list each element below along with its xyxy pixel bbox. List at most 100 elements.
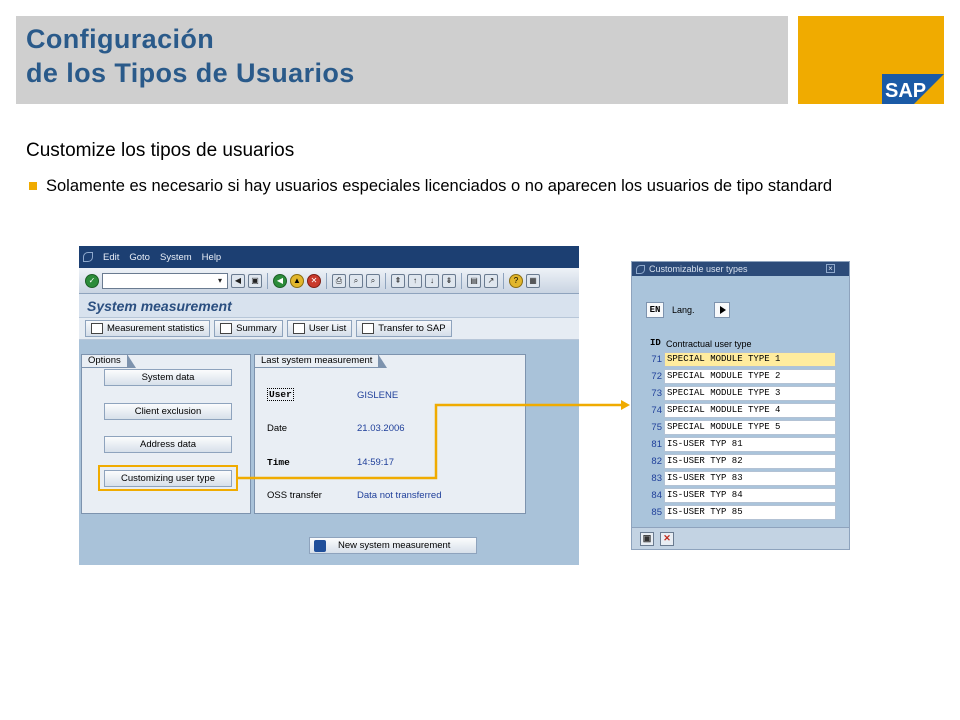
- oss-transfer-label: OSS transfer: [267, 490, 322, 501]
- standard-toolbar: ✓ ▾ ◀ ▣ ◀ ▲ ✕ ⎙ ⌕ ⌕ ⇞ ↑ ↓ ⇟ ▤ ↗ ? ▦: [79, 268, 579, 294]
- list-icon: [292, 323, 305, 334]
- row-user-type-field[interactable]: IS-USER TYP 84: [664, 488, 836, 503]
- shortcut-icon[interactable]: ↗: [484, 273, 498, 288]
- toolbar-separator: [385, 272, 386, 289]
- table-row[interactable]: 84 IS-USER TYP 84: [646, 488, 836, 503]
- new-system-measurement-label: New system measurement: [338, 540, 451, 551]
- row-user-type-field[interactable]: SPECIAL MODULE TYPE 5: [664, 420, 836, 435]
- transfer-to-sap-button[interactable]: Transfer to SAP: [356, 320, 452, 337]
- find-icon[interactable]: ⌕: [349, 273, 363, 288]
- dialog-title: Customizable user types: [649, 264, 748, 274]
- row-id: 71: [651, 354, 662, 365]
- printer-icon: [220, 323, 233, 334]
- screen-title: System measurement: [87, 298, 232, 314]
- screen-title-area: System measurement: [79, 294, 579, 318]
- menu-edit[interactable]: Edit: [103, 252, 119, 263]
- statistics-icon: [91, 323, 103, 334]
- back-arrow-icon[interactable]: ◀: [231, 273, 245, 288]
- layout-menu-icon[interactable]: ▦: [526, 273, 540, 288]
- dialog-title-bar: Customizable user types ×: [632, 262, 849, 276]
- row-id: 74: [651, 405, 662, 416]
- table-row[interactable]: 73 SPECIAL MODULE TYPE 3: [646, 386, 836, 401]
- options-group-title: Options: [81, 354, 136, 368]
- measurement-statistics-button[interactable]: Measurement statistics: [85, 320, 211, 337]
- cancel-icon[interactable]: ✕: [660, 531, 674, 546]
- toolbar-separator: [326, 272, 327, 289]
- row-user-type-field[interactable]: IS-USER TYP 83: [664, 471, 836, 486]
- time-label: Time: [267, 457, 290, 468]
- date-label: Date: [267, 423, 288, 434]
- last-page-icon[interactable]: ⇟: [442, 273, 456, 288]
- dialog-footer: ▣ ✕: [632, 527, 849, 549]
- oss-transfer-value: Data not transferred: [357, 490, 442, 501]
- time-value: 14:59:17: [357, 457, 394, 468]
- table-row[interactable]: 81 IS-USER TYP 81: [646, 437, 836, 452]
- date-value: 21.03.2006: [357, 423, 405, 434]
- row-user-type-field[interactable]: SPECIAL MODULE TYPE 1: [664, 352, 836, 367]
- user-list-button[interactable]: User List: [286, 320, 353, 337]
- save-icon[interactable]: ▣: [248, 273, 262, 288]
- summary-button[interactable]: Summary: [214, 320, 283, 337]
- slide-title-line2: de los Tipos de Usuarios: [26, 58, 355, 88]
- menu-help[interactable]: Help: [202, 252, 222, 263]
- table-row[interactable]: 85 IS-USER TYP 85: [646, 505, 836, 520]
- help-icon[interactable]: ?: [509, 273, 523, 288]
- find-next-icon[interactable]: ⌕: [366, 273, 380, 288]
- refresh-icon: [314, 539, 326, 552]
- highlight-frame: [98, 465, 238, 491]
- sap-logo-box: SAP: [798, 16, 944, 104]
- row-user-type-field[interactable]: IS-USER TYP 82: [664, 454, 836, 469]
- next-page-icon[interactable]: ↓: [425, 273, 439, 288]
- save-icon[interactable]: ▣: [640, 531, 654, 546]
- table-row[interactable]: 72 SPECIAL MODULE TYPE 2: [646, 369, 836, 384]
- cancel-icon[interactable]: ✕: [307, 273, 321, 288]
- menu-system[interactable]: System: [160, 252, 192, 263]
- table-row[interactable]: 83 IS-USER TYP 83: [646, 471, 836, 486]
- back-icon[interactable]: ◀: [273, 273, 287, 288]
- user-list-label: User List: [308, 323, 347, 334]
- user-label-text: User: [267, 388, 294, 401]
- system-data-button[interactable]: System data: [104, 369, 232, 386]
- last-measurement-group: Last system measurement User GISLENE Dat…: [254, 354, 526, 514]
- new-system-measurement-button[interactable]: New system measurement: [309, 537, 477, 554]
- sap-menu-icon[interactable]: [83, 252, 93, 262]
- table-row[interactable]: 74 SPECIAL MODULE TYPE 4: [646, 403, 836, 418]
- new-session-icon[interactable]: ▤: [467, 273, 481, 288]
- row-id: 84: [651, 490, 662, 501]
- table-row[interactable]: 82 IS-USER TYP 82: [646, 454, 836, 469]
- row-user-type-field[interactable]: SPECIAL MODULE TYPE 2: [664, 369, 836, 384]
- sap-logo-text: SAP: [885, 80, 926, 102]
- application-toolbar: Measurement statistics Summary User List…: [79, 318, 579, 340]
- column-header-id: ID: [650, 338, 661, 348]
- menu-goto[interactable]: Goto: [129, 252, 150, 263]
- close-icon[interactable]: ×: [826, 264, 835, 273]
- row-id: 85: [651, 507, 662, 518]
- title-bar: Configuración de los Tipos de Usuarios: [16, 16, 788, 104]
- print-icon[interactable]: ⎙: [332, 273, 346, 288]
- client-exclusion-button[interactable]: Client exclusion: [104, 403, 232, 420]
- row-id: 81: [651, 439, 662, 450]
- row-id: 75: [651, 422, 662, 433]
- language-key-field[interactable]: EN: [646, 302, 664, 318]
- table-row[interactable]: 75 SPECIAL MODULE TYPE 5: [646, 420, 836, 435]
- command-dropdown-icon[interactable]: ▾: [215, 275, 225, 287]
- language-next-button[interactable]: [714, 302, 730, 318]
- row-user-type-field[interactable]: IS-USER TYP 81: [664, 437, 836, 452]
- row-user-type-field[interactable]: SPECIAL MODULE TYPE 3: [664, 386, 836, 401]
- bullet-square-icon: [29, 182, 37, 190]
- row-user-type-field[interactable]: SPECIAL MODULE TYPE 4: [664, 403, 836, 418]
- toolbar-separator: [267, 272, 268, 289]
- first-page-icon[interactable]: ⇞: [391, 273, 405, 288]
- row-user-type-field[interactable]: IS-USER TYP 85: [664, 505, 836, 520]
- address-data-button[interactable]: Address data: [104, 436, 232, 453]
- enter-icon[interactable]: ✓: [85, 273, 99, 288]
- dialog-menu-icon[interactable]: [636, 264, 645, 274]
- language-label: Lang.: [672, 305, 695, 315]
- options-group: Options System data Client exclusion Add…: [81, 354, 251, 514]
- command-field[interactable]: ▾: [102, 272, 228, 289]
- transfer-to-sap-label: Transfer to SAP: [378, 323, 446, 334]
- exit-icon[interactable]: ▲: [290, 273, 304, 288]
- measurement-statistics-label: Measurement statistics: [107, 323, 205, 334]
- previous-page-icon[interactable]: ↑: [408, 273, 422, 288]
- table-row[interactable]: 71 SPECIAL MODULE TYPE 1: [646, 352, 836, 367]
